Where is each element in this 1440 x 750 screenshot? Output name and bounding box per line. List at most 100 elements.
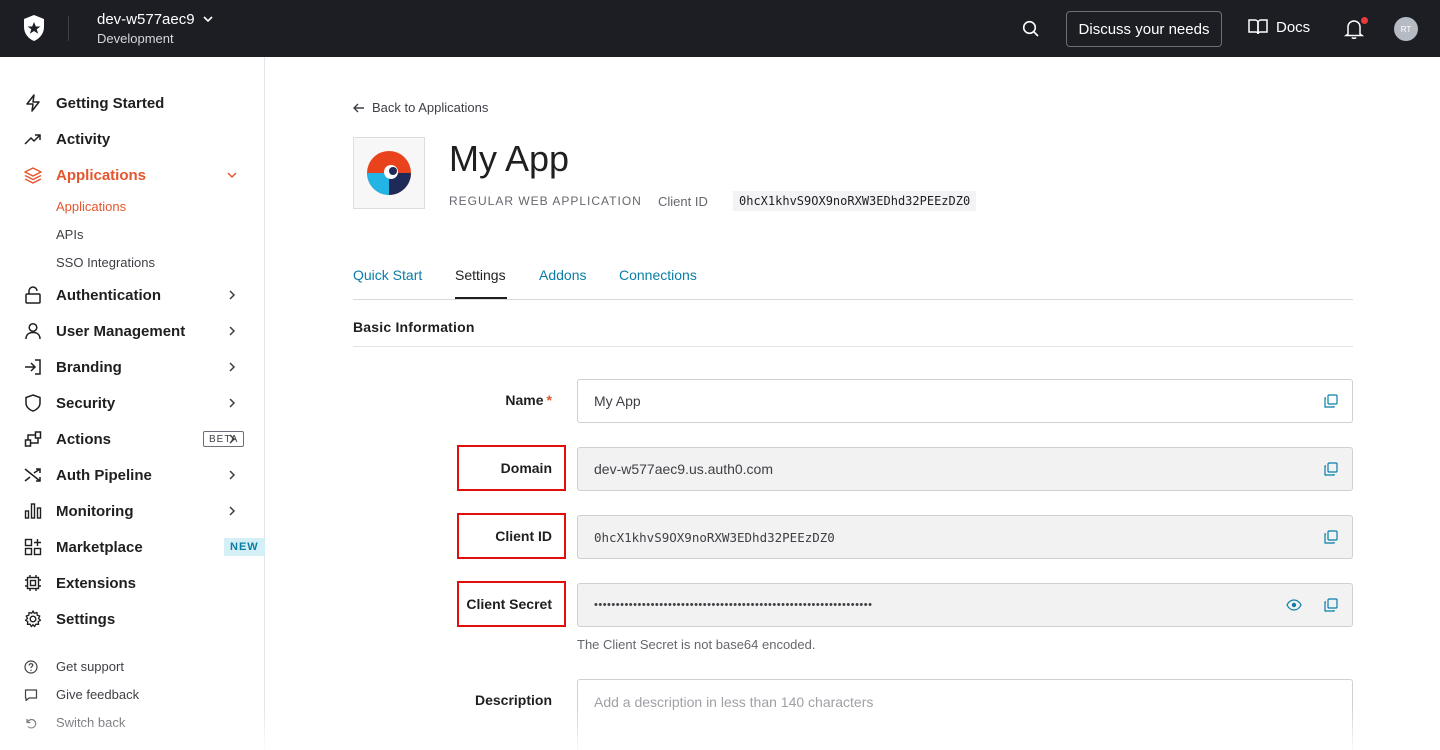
sidebar-item-label: Applications (56, 166, 147, 184)
sidebar-item-authentication[interactable]: Authentication (24, 283, 242, 307)
chevron-down-icon (203, 16, 213, 23)
app-logo (353, 137, 425, 209)
divider (68, 16, 69, 41)
message-icon (24, 688, 38, 701)
sidebar-item-label: Monitoring (56, 502, 134, 520)
avatar[interactable]: RT (1394, 17, 1418, 41)
sidebar-item-label: Authentication (56, 286, 161, 304)
back-label: Back to Applications (372, 100, 489, 115)
sidebar-item-extensions[interactable]: Extensions (24, 571, 242, 595)
sidebar-item-getting-started[interactable]: Getting Started (24, 91, 242, 115)
tab-quick-start[interactable]: Quick Start (353, 267, 422, 283)
back-to-applications-link[interactable]: Back to Applications (353, 100, 488, 115)
client-id-value: 0hcX1khvS9OX9noRXW3EDhd32PEEzDZ0 (733, 191, 977, 211)
sidebar: Getting Started Activity Applications Ap… (0, 57, 265, 750)
sidebar-subitem-sso-integrations[interactable]: SSO Integrations (56, 255, 155, 270)
tenant-switcher[interactable]: dev-w577aec9 Development (97, 11, 213, 46)
grid-plus-icon (24, 538, 42, 556)
bar-chart-icon (24, 502, 42, 520)
sidebar-item-label: Marketplace (56, 538, 143, 556)
section-title: Basic Information (353, 319, 475, 335)
client-id-field-label: Client ID (495, 528, 552, 544)
sidebar-item-label: Activity (56, 130, 111, 148)
chevron-right-icon (229, 362, 236, 372)
copy-icon[interactable] (1324, 598, 1338, 612)
copy-icon[interactable] (1324, 394, 1338, 408)
sidebar-item-applications[interactable]: Applications (24, 163, 242, 187)
discuss-your-needs-button[interactable]: Discuss your needs (1066, 11, 1222, 47)
chip-icon (24, 574, 42, 592)
auth0-logo-icon[interactable] (22, 15, 46, 41)
client-secret-field[interactable]: ••••••••••••••••••••••••••••••••••••••••… (577, 583, 1353, 627)
sidebar-subitem-applications[interactable]: Applications (56, 199, 126, 214)
layers-icon (24, 166, 42, 184)
copy-icon[interactable] (1324, 462, 1338, 476)
client-id-field[interactable]: 0hcX1khvS9OX9noRXW3EDhd32PEEzDZ0 (577, 515, 1353, 559)
required-asterisk: * (546, 392, 552, 408)
get-support-label: Get support (56, 659, 124, 674)
sidebar-item-settings[interactable]: Settings (24, 607, 242, 631)
user-icon (24, 322, 42, 340)
login-icon (24, 358, 42, 376)
tab-bar: Quick Start Settings Addons Connections (353, 264, 1353, 300)
app-logo-icon (367, 151, 411, 195)
sidebar-item-label: Branding (56, 358, 122, 376)
client-id-field-value: 0hcX1khvS9OX9noRXW3EDhd32PEEzDZ0 (594, 529, 835, 545)
switch-back-link[interactable]: Switch back (24, 715, 125, 730)
application-type: REGULAR WEB APPLICATION (449, 194, 642, 208)
name-field-label: Name * (460, 392, 552, 408)
shield-icon (24, 394, 42, 412)
description-label: Description (474, 692, 552, 708)
arrow-left-icon (353, 103, 364, 112)
beta-badge: BETA (203, 431, 245, 447)
chevron-right-icon (229, 290, 236, 300)
book-icon (1248, 19, 1268, 35)
sidebar-item-user-management[interactable]: User Management (24, 319, 242, 343)
page-title: My App (449, 138, 570, 179)
lock-icon (24, 286, 42, 304)
new-badge: NEW (224, 538, 265, 556)
search-icon[interactable] (1021, 19, 1041, 39)
name-field[interactable]: My App (577, 379, 1353, 423)
chevron-right-icon (229, 470, 236, 480)
sidebar-item-label: Extensions (56, 574, 137, 592)
switch-back-label: Switch back (56, 715, 126, 730)
trend-icon (24, 130, 42, 148)
sidebar-item-security[interactable]: Security (24, 391, 242, 415)
sidebar-item-activity[interactable]: Activity (24, 127, 242, 151)
undo-icon (26, 718, 37, 729)
eye-icon[interactable] (1286, 598, 1302, 612)
domain-label: Domain (500, 460, 552, 476)
name-value: My App (594, 393, 641, 409)
get-support-link[interactable]: Get support (24, 659, 124, 674)
active-tab-indicator (455, 297, 507, 299)
description-placeholder: Add a description in less than 140 chara… (594, 694, 874, 710)
sidebar-item-label: Settings (56, 610, 116, 628)
tab-addons[interactable]: Addons (539, 267, 586, 283)
client-secret-helper-text: The Client Secret is not base64 encoded. (577, 637, 816, 652)
chevron-right-icon (229, 506, 236, 516)
tab-connections[interactable]: Connections (619, 267, 697, 283)
name-label: Name (505, 392, 544, 408)
bolt-icon (24, 94, 42, 112)
help-circle-icon (24, 659, 38, 674)
description-textarea[interactable]: Add a description in less than 140 chara… (577, 679, 1353, 750)
sidebar-item-branding[interactable]: Branding (24, 355, 242, 379)
sidebar-item-label: Actions (56, 430, 112, 448)
sidebar-item-actions[interactable]: Actions BETA (24, 427, 245, 451)
tab-settings[interactable]: Settings (455, 267, 506, 283)
give-feedback-link[interactable]: Give feedback (24, 687, 139, 702)
domain-field[interactable]: dev-w577aec9.us.auth0.com (577, 447, 1353, 491)
sidebar-item-marketplace[interactable]: Marketplace NEW (24, 535, 265, 559)
copy-icon[interactable] (1324, 530, 1338, 544)
top-bar: dev-w577aec9 Development Discuss your ne… (0, 0, 1440, 57)
docs-link[interactable]: Docs (1248, 18, 1310, 36)
chevron-right-icon (229, 434, 236, 444)
sidebar-item-monitoring[interactable]: Monitoring (24, 499, 242, 523)
sidebar-subitem-apis[interactable]: APIs (56, 227, 83, 242)
give-feedback-label: Give feedback (56, 687, 140, 702)
section-divider (353, 346, 1353, 347)
sidebar-item-auth-pipeline[interactable]: Auth Pipeline (24, 463, 242, 487)
chevron-right-icon (229, 326, 236, 336)
chevron-down-icon (227, 172, 237, 179)
